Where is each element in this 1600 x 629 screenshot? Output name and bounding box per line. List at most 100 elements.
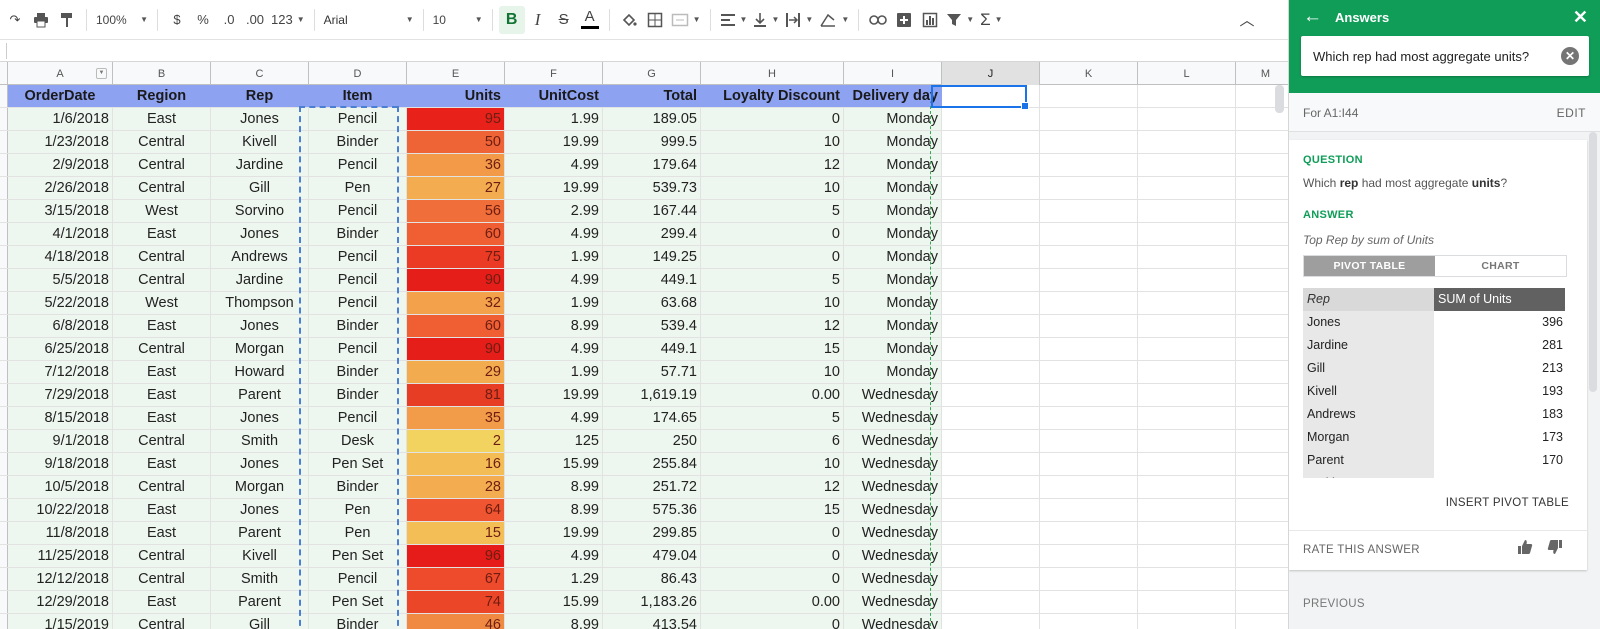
empty-cell[interactable] <box>1040 545 1138 567</box>
cell[interactable]: East <box>113 407 211 429</box>
empty-cell[interactable] <box>1040 154 1138 176</box>
empty-cell[interactable] <box>1138 85 1236 107</box>
empty-cell[interactable] <box>1138 591 1236 613</box>
edit-range-button[interactable]: EDIT <box>1557 106 1586 120</box>
empty-cell[interactable] <box>1040 200 1138 222</box>
cell[interactable]: 4.99 <box>505 223 603 245</box>
cell[interactable]: Pencil <box>309 246 407 268</box>
empty-cell[interactable] <box>1040 315 1138 337</box>
cell[interactable]: 1.99 <box>505 292 603 314</box>
cell[interactable]: East <box>113 591 211 613</box>
cell[interactable]: Monday <box>844 131 942 153</box>
units-cell[interactable]: 32 <box>407 292 505 314</box>
empty-cell[interactable] <box>1138 522 1236 544</box>
empty-cell[interactable] <box>942 131 1040 153</box>
zoom-select[interactable]: 100% ▼ <box>93 6 151 34</box>
cell[interactable]: Howard <box>211 361 309 383</box>
cell[interactable]: Jardine <box>211 154 309 176</box>
cell[interactable]: Pen Set <box>309 453 407 475</box>
cell[interactable]: 10 <box>701 292 844 314</box>
empty-cell[interactable] <box>942 361 1040 383</box>
empty-cell[interactable] <box>1138 223 1236 245</box>
cell[interactable]: Central <box>113 269 211 291</box>
cell[interactable]: Binder <box>309 223 407 245</box>
empty-cell[interactable] <box>1236 430 1288 452</box>
insert-link-icon[interactable] <box>865 6 891 34</box>
cell[interactable]: Binder <box>309 361 407 383</box>
column-title-cell[interactable]: Loyalty Discount <box>701 85 844 107</box>
cell[interactable]: Smith <box>211 568 309 590</box>
cell[interactable]: 0 <box>701 522 844 544</box>
empty-cell[interactable] <box>1236 338 1288 360</box>
cell[interactable]: 539.4 <box>603 315 701 337</box>
cell[interactable]: Smith <box>211 430 309 452</box>
cell[interactable]: Morgan <box>211 476 309 498</box>
cell[interactable]: Monday <box>844 177 942 199</box>
cell[interactable]: 19.99 <box>505 177 603 199</box>
formula-bar[interactable] <box>0 40 1288 62</box>
cell[interactable]: Central <box>113 154 211 176</box>
empty-cell[interactable] <box>942 384 1040 406</box>
empty-cell[interactable] <box>1236 545 1288 567</box>
empty-cell[interactable] <box>1236 568 1288 590</box>
empty-cell[interactable] <box>1040 407 1138 429</box>
column-title-cell[interactable]: Units <box>407 85 505 107</box>
cell[interactable]: Monday <box>844 246 942 268</box>
cell[interactable]: Pencil <box>309 154 407 176</box>
cell[interactable]: Binder <box>309 131 407 153</box>
empty-cell[interactable] <box>942 545 1040 567</box>
units-cell[interactable]: 67 <box>407 568 505 590</box>
empty-cell[interactable] <box>942 338 1040 360</box>
cell[interactable]: 12 <box>701 154 844 176</box>
cell[interactable]: Central <box>113 476 211 498</box>
row-header[interactable] <box>0 223 8 245</box>
cell[interactable]: Jones <box>211 108 309 130</box>
cell[interactable]: 15 <box>701 338 844 360</box>
empty-cell[interactable] <box>1138 430 1236 452</box>
query-text[interactable]: Which rep had most aggregate units? <box>1313 49 1529 64</box>
empty-cell[interactable] <box>942 315 1040 337</box>
row-header[interactable] <box>0 246 8 268</box>
cell[interactable]: Wednesday <box>844 568 942 590</box>
cell[interactable]: 11/25/2018 <box>8 545 113 567</box>
row-header[interactable] <box>0 384 8 406</box>
cell[interactable]: Pencil <box>309 338 407 360</box>
empty-cell[interactable] <box>1138 131 1236 153</box>
column-header[interactable]: F <box>505 62 603 85</box>
cell[interactable]: Wednesday <box>844 384 942 406</box>
column-header[interactable]: D <box>309 62 407 85</box>
empty-cell[interactable] <box>1040 361 1138 383</box>
cell[interactable]: Central <box>113 568 211 590</box>
cell[interactable]: Central <box>113 614 211 629</box>
cell[interactable]: Central <box>113 338 211 360</box>
row-header[interactable] <box>0 476 8 498</box>
units-cell[interactable]: 60 <box>407 223 505 245</box>
empty-cell[interactable] <box>942 522 1040 544</box>
cell[interactable]: Pencil <box>309 568 407 590</box>
cell[interactable]: 5 <box>701 200 844 222</box>
select-all-corner[interactable] <box>0 62 8 85</box>
cell[interactable]: 1,183.26 <box>603 591 701 613</box>
cell[interactable]: 8.99 <box>505 499 603 521</box>
cell[interactable]: 10 <box>701 131 844 153</box>
cell[interactable]: Jones <box>211 453 309 475</box>
cell[interactable]: 4.99 <box>505 545 603 567</box>
cell[interactable]: Monday <box>844 315 942 337</box>
cell[interactable]: Monday <box>844 108 942 130</box>
column-header[interactable]: M <box>1236 62 1288 85</box>
column-header[interactable]: J <box>942 62 1040 85</box>
empty-cell[interactable] <box>1040 338 1138 360</box>
print-icon[interactable] <box>28 6 54 34</box>
cell[interactable]: Central <box>113 246 211 268</box>
row-header[interactable] <box>0 453 8 475</box>
empty-cell[interactable] <box>1040 108 1138 130</box>
panel-scrollbar[interactable] <box>1589 132 1597 392</box>
empty-cell[interactable] <box>1236 131 1288 153</box>
empty-cell[interactable] <box>942 453 1040 475</box>
cell[interactable]: 413.54 <box>603 614 701 629</box>
cell[interactable]: 999.5 <box>603 131 701 153</box>
empty-cell[interactable] <box>1138 200 1236 222</box>
cell[interactable]: 5 <box>701 269 844 291</box>
insert-comment-icon[interactable] <box>891 6 917 34</box>
row-header[interactable] <box>0 361 8 383</box>
